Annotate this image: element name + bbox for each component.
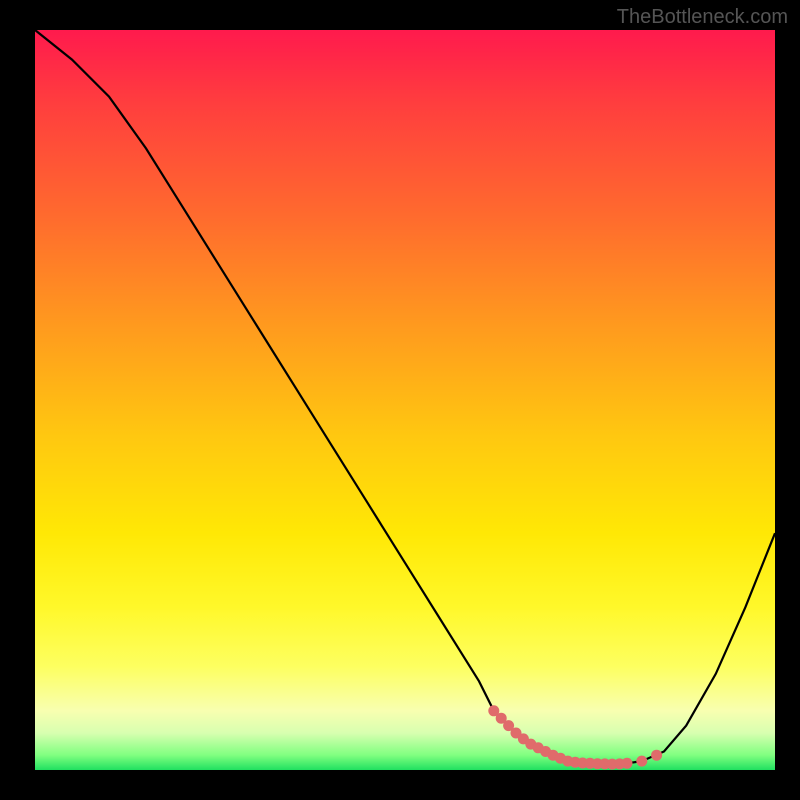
highlight-dot (636, 756, 647, 767)
highlight-dot (622, 758, 633, 769)
chart-overlay (35, 30, 775, 770)
highlight-dot (651, 750, 662, 761)
watermark-text: TheBottleneck.com (617, 6, 788, 29)
chart-curve (35, 30, 775, 764)
chart-highlight-dots (488, 705, 662, 769)
